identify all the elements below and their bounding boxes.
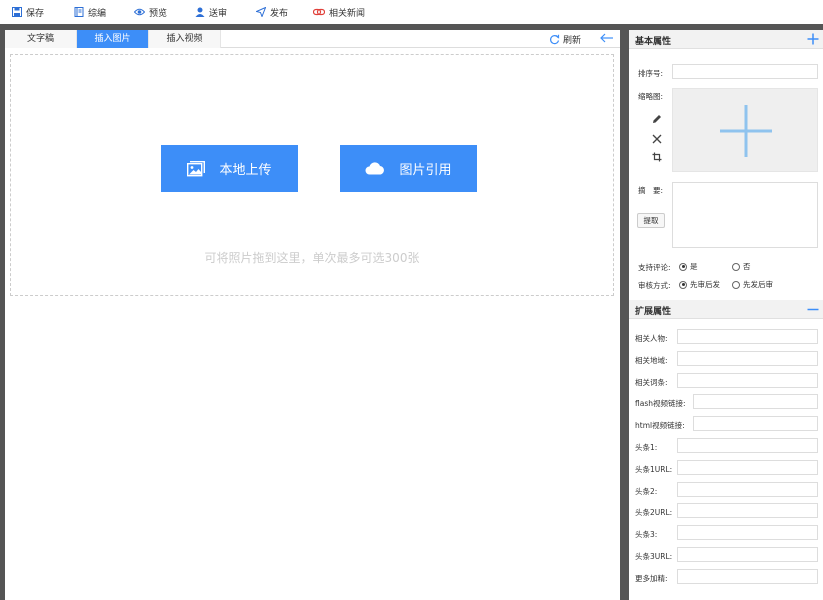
close-icon[interactable]: [652, 134, 662, 144]
save-icon: [12, 7, 22, 17]
extract-button[interactable]: 提取: [637, 213, 665, 228]
comment-no-radio[interactable]: 否: [732, 261, 751, 272]
editor-tabs: 文字稿 插入图片 插入视频 刷新: [5, 30, 620, 48]
related-people-label: 相关人物:: [635, 334, 668, 343]
comment-label: 支持评论:: [638, 263, 671, 272]
flash-video-input[interactable]: [693, 394, 818, 409]
headline3-input[interactable]: [677, 525, 818, 540]
user-icon: [195, 7, 205, 17]
radio-checked-icon: [679, 262, 687, 271]
radio-unchecked-icon: [732, 262, 740, 271]
summary-label: 摘 要:: [638, 186, 664, 195]
link-icon: [313, 8, 325, 16]
publish-first-label: 先发后审: [743, 280, 773, 289]
send-icon: [256, 7, 266, 17]
compose-button[interactable]: 综编: [74, 0, 106, 24]
headline1-url-label: 头条1URL:: [635, 465, 673, 474]
crop-icon[interactable]: [652, 152, 662, 162]
headline1-input[interactable]: [677, 438, 818, 453]
preview-label: 预览: [149, 8, 168, 19]
comment-no-label: 否: [743, 262, 751, 271]
html-video-input[interactable]: [693, 416, 818, 431]
related-region-input[interactable]: [677, 351, 818, 366]
book-icon: [74, 7, 84, 17]
local-upload-label: 本地上传: [219, 163, 272, 178]
summary-textarea[interactable]: [672, 182, 818, 248]
submit-review-label: 送审: [209, 8, 228, 19]
related-terms-input[interactable]: [677, 373, 818, 388]
eye-icon: [134, 8, 145, 16]
plus-icon[interactable]: [807, 33, 819, 45]
comment-yes-radio[interactable]: 是: [679, 261, 698, 272]
headline3-label: 头条3:: [635, 530, 658, 539]
review-first-label: 先审后发: [690, 280, 720, 289]
related-terms-label: 相关词条:: [635, 378, 668, 387]
headline3-url-input[interactable]: [677, 547, 818, 562]
headline1-label: 头条1:: [635, 443, 658, 452]
headline2-input[interactable]: [677, 482, 818, 497]
drop-hint: 可将照片拖到这里，单次最多可选300张: [204, 251, 420, 265]
comment-yes-label: 是: [690, 262, 698, 271]
editor-panel: 文字稿 插入图片 插入视频 刷新 本地上传 图片引用 可将照片拖到这里，单次最多…: [5, 30, 620, 600]
preview-button[interactable]: 预览: [134, 0, 167, 24]
tab-insert-image[interactable]: 插入图片: [77, 30, 149, 48]
minus-icon[interactable]: [807, 308, 819, 311]
basic-properties-title: 基本属性: [635, 37, 672, 47]
related-people-input[interactable]: [677, 329, 818, 344]
more-featured-label: 更多加精:: [635, 574, 668, 583]
order-input[interactable]: [672, 64, 818, 79]
radio-unchecked-icon: [732, 280, 740, 289]
tab-insert-video[interactable]: 插入视频: [149, 30, 221, 48]
related-news-button[interactable]: 相关新闻: [313, 0, 365, 24]
headline3-url-label: 头条3URL:: [635, 552, 673, 561]
radio-checked-icon: [679, 280, 687, 289]
extended-properties-header: 扩展属性: [629, 300, 823, 319]
related-region-label: 相关地域:: [635, 356, 668, 365]
headline2-label: 头条2:: [635, 487, 658, 496]
save-label: 保存: [26, 8, 45, 19]
tab-text-draft[interactable]: 文字稿: [5, 30, 77, 48]
top-toolbar: 保存 综编 预览 送审 发布 相关新闻: [0, 0, 823, 24]
review-first-radio[interactable]: 先审后发: [679, 279, 720, 290]
thumbnail-label: 缩略图:: [638, 92, 664, 101]
html-video-label: html视频链接:: [635, 421, 685, 430]
review-label: 审核方式:: [638, 281, 671, 290]
image-reference-label: 图片引用: [399, 163, 452, 178]
back-arrow-icon[interactable]: [600, 33, 614, 43]
save-button[interactable]: 保存: [12, 0, 44, 24]
refresh-button[interactable]: 刷新: [549, 30, 581, 48]
order-label: 排序号:: [638, 69, 664, 78]
local-upload-button[interactable]: 本地上传: [161, 145, 298, 192]
cloud-icon: [365, 162, 385, 175]
headline1-url-input[interactable]: [677, 460, 818, 475]
related-news-label: 相关新闻: [329, 8, 366, 19]
extended-properties-title: 扩展属性: [635, 307, 672, 317]
basic-properties-header: 基本属性: [629, 30, 823, 49]
publish-first-radio[interactable]: 先发后审: [732, 279, 773, 290]
refresh-icon: [550, 34, 560, 44]
publish-label: 发布: [270, 8, 289, 19]
add-thumbnail-icon: [720, 105, 772, 157]
headline2-url-input[interactable]: [677, 503, 818, 518]
flash-video-label: flash视频链接:: [635, 399, 686, 408]
headline2-url-label: 头条2URL:: [635, 508, 673, 517]
publish-button[interactable]: 发布: [256, 0, 288, 24]
pencil-icon[interactable]: [652, 114, 662, 124]
submit-review-button[interactable]: 送审: [195, 0, 227, 24]
image-drop-zone[interactable]: 本地上传 图片引用 可将照片拖到这里，单次最多可选300张: [10, 54, 614, 296]
more-featured-input[interactable]: [677, 569, 818, 584]
compose-label: 综编: [88, 8, 107, 19]
thumbnail-upload-area[interactable]: [672, 88, 818, 172]
refresh-label: 刷新: [563, 35, 582, 46]
image-reference-button[interactable]: 图片引用: [340, 145, 477, 192]
properties-sidebar: 基本属性 排序号: 缩略图: 摘 要: 提取 支持评论: 是 否 审核方式: 先…: [629, 30, 823, 600]
image-icon: [187, 160, 206, 176]
